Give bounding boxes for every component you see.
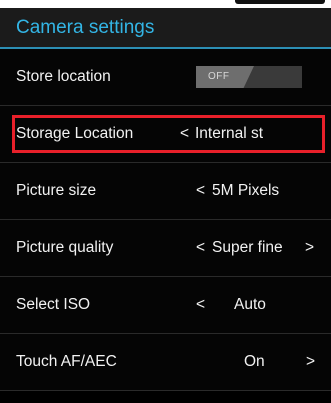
setting-row-storage-location[interactable]: Storage Location < Internal st — [0, 106, 331, 163]
toggle-state: OFF — [208, 71, 230, 82]
setting-value: On — [244, 353, 265, 370]
camera-settings-menu: Camera settings Store location OFF Stora… — [0, 0, 331, 403]
prev-arrow[interactable]: < — [196, 295, 205, 315]
value-clip: Internal st — [195, 124, 313, 144]
setting-label: Picture size — [16, 182, 97, 199]
prev-arrow[interactable]: < — [180, 124, 189, 144]
next-arrow[interactable]: > — [305, 238, 314, 258]
overflow-edge — [235, 0, 325, 4]
setting-value: Auto — [234, 296, 266, 313]
setting-value: Internal st — [195, 125, 264, 142]
top-strip — [0, 0, 331, 8]
store-location-toggle[interactable]: OFF — [196, 66, 302, 88]
setting-row-touch-af-aec[interactable]: Touch AF/AEC On > — [0, 334, 331, 391]
setting-value: 5M Pixels — [212, 182, 280, 199]
toggle-knob: OFF — [196, 66, 254, 88]
settings-list: Store location OFF Storage Location < In… — [0, 49, 331, 391]
page-title: Camera settings — [16, 17, 155, 38]
setting-row-picture-quality[interactable]: Picture quality < Super fine > — [0, 220, 331, 277]
prev-arrow[interactable]: < — [196, 181, 205, 201]
next-arrow[interactable]: > — [306, 352, 315, 372]
setting-row-select-iso[interactable]: Select ISO < Auto — [0, 277, 331, 334]
value-fade — [291, 124, 313, 144]
setting-row-picture-size[interactable]: Picture size < 5M Pixels — [0, 163, 331, 220]
setting-label: Picture quality — [16, 239, 114, 256]
setting-label: Select ISO — [16, 296, 91, 313]
title-bar: Camera settings — [0, 8, 331, 49]
setting-label: Touch AF/AEC — [16, 353, 117, 370]
setting-value: Super fine — [212, 239, 283, 256]
setting-label: Storage Location — [16, 125, 134, 142]
setting-label: Store location — [16, 68, 111, 85]
prev-arrow[interactable]: < — [196, 238, 205, 258]
setting-row-store-location[interactable]: Store location OFF — [0, 49, 331, 106]
